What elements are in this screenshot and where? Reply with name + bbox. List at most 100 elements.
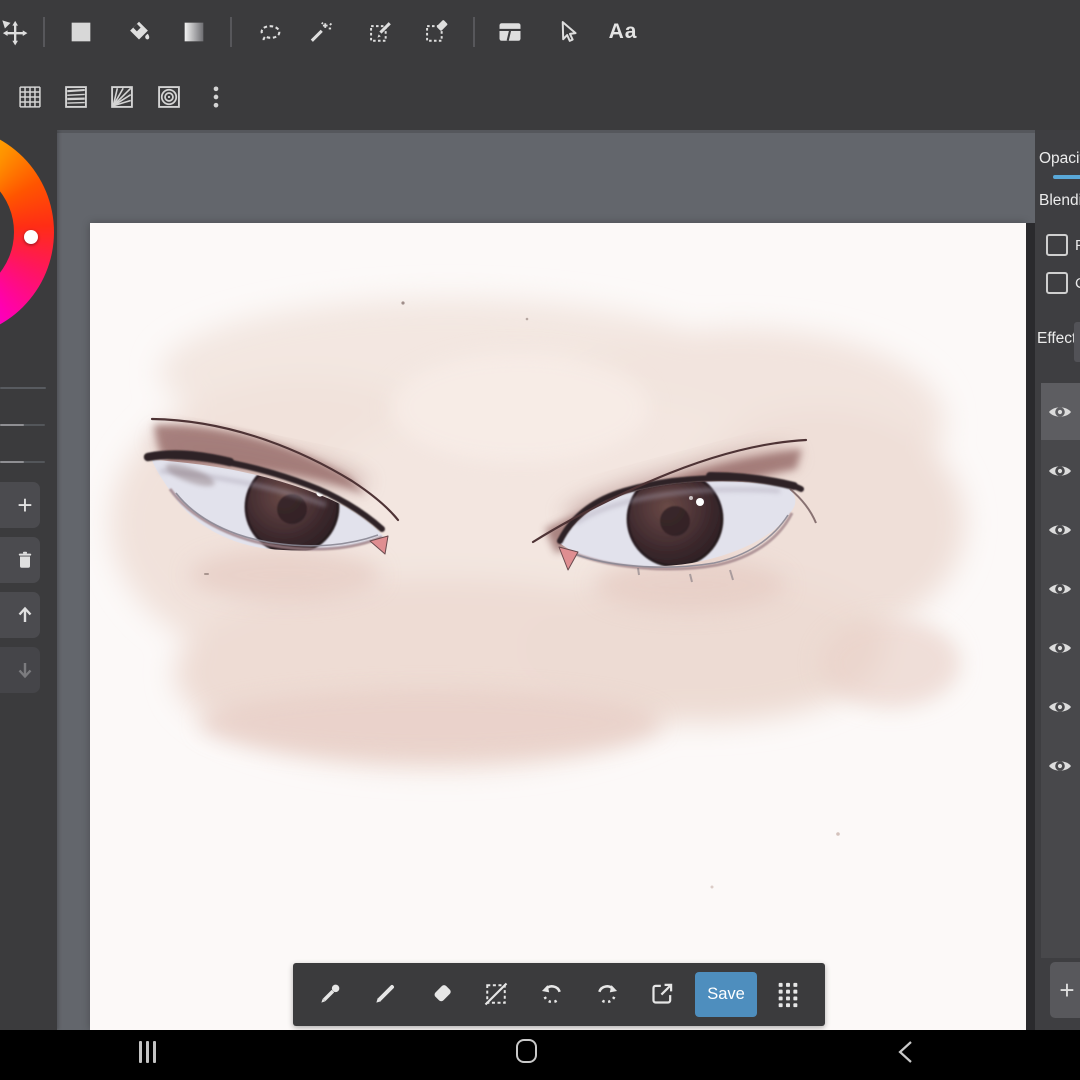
materials-overflow-menu-button[interactable]: [202, 83, 230, 111]
dot-grid-menu-icon: [778, 982, 798, 1008]
select-pen-icon: [370, 22, 391, 42]
grid-menu-button[interactable]: [774, 980, 802, 1008]
left-sidebar: +: [0, 126, 57, 1030]
toolbar-divider: [473, 17, 475, 47]
focus-lines-material-button[interactable]: [108, 83, 136, 111]
top-toolbar: Aa: [0, 0, 1080, 130]
divide-panel-tool-button[interactable]: [496, 18, 524, 46]
arrow-up-icon: [18, 606, 32, 622]
back-button[interactable]: [895, 1038, 919, 1066]
plus-icon: +: [17, 490, 33, 520]
speed-lines-icon: [65, 86, 87, 108]
tone-circle-material-button[interactable]: [155, 83, 183, 111]
paint-bucket-tool-button[interactable]: [125, 18, 153, 46]
fill-rect-tool-button[interactable]: [67, 18, 95, 46]
opacity-slider[interactable]: [1053, 175, 1080, 179]
recents-icon: [146, 1041, 149, 1063]
magic-wand-tool-button[interactable]: [306, 18, 334, 46]
recent-apps-button[interactable]: [139, 1041, 156, 1063]
move-icon: [2, 20, 28, 46]
layer-visibility-eye-icon[interactable]: [1047, 635, 1073, 661]
text-tool-button[interactable]: Aa: [601, 18, 645, 46]
select-eraser-tool-button[interactable]: [423, 18, 451, 46]
layer-row[interactable]: [1041, 678, 1080, 735]
toolbar-divider: [230, 17, 232, 47]
add-layer-button[interactable]: +: [0, 482, 40, 528]
color-wheel-hole: [0, 166, 14, 298]
grid-icon: [19, 86, 41, 108]
layer-row[interactable]: [1041, 560, 1080, 617]
cursor-icon: [561, 21, 577, 42]
layer-visibility-eye-icon[interactable]: [1047, 399, 1073, 425]
eyes-artwork: [110, 298, 965, 889]
focus-lines-icon: [111, 86, 133, 108]
effect-dropdown[interactable]: [1074, 322, 1080, 362]
concentric-circles-icon: [158, 86, 180, 108]
pen-icon: [376, 985, 394, 1003]
layer-visibility-eye-icon[interactable]: [1047, 458, 1073, 484]
gradient-tool-button[interactable]: [180, 18, 208, 46]
bottom-toolbar: Save: [293, 963, 825, 1026]
layer-visibility-eye-icon[interactable]: [1047, 694, 1073, 720]
add-layer-button-right[interactable]: +: [1050, 962, 1080, 1018]
undo-button[interactable]: [538, 980, 566, 1008]
pen-tool-button[interactable]: [371, 980, 399, 1008]
drawing-canvas[interactable]: [90, 223, 1026, 1030]
export-icon: [652, 983, 673, 1004]
delete-layer-button[interactable]: [0, 537, 40, 583]
eraser-icon: [434, 985, 451, 1002]
gradient-square-icon: [184, 22, 204, 42]
eraser-tool-button[interactable]: [427, 980, 455, 1008]
move-layer-up-button[interactable]: [0, 592, 40, 638]
opacity-label: Opacity: [1039, 150, 1080, 167]
clipping-label: Clipping: [1075, 275, 1080, 292]
arrow-down-icon: [18, 663, 32, 679]
effect-label: Effect: [1037, 330, 1077, 347]
toolbar-divider: [43, 17, 45, 47]
save-button-label: Save: [707, 985, 745, 1003]
hue-selector-handle[interactable]: [24, 230, 38, 244]
layer-visibility-eye-icon[interactable]: [1047, 576, 1073, 602]
sidebar-slider-fill: [0, 424, 24, 426]
text-tool-label: Aa: [608, 20, 638, 43]
layer-row[interactable]: [1041, 442, 1080, 499]
redo-icon: [598, 985, 618, 1004]
layer-row[interactable]: [1041, 737, 1080, 794]
trash-icon: [18, 551, 32, 568]
layer-row[interactable]: [1041, 383, 1080, 440]
speed-lines-material-button[interactable]: [62, 83, 90, 111]
layer-list: [1041, 383, 1080, 958]
export-button[interactable]: [648, 980, 676, 1008]
lasso-select-tool-button[interactable]: [256, 18, 284, 46]
deselect-button[interactable]: [482, 980, 510, 1008]
paint-bucket-icon: [130, 21, 150, 40]
sidebar-slider-fill: [0, 461, 24, 463]
home-button[interactable]: [516, 1039, 537, 1063]
back-chevron-icon: [898, 1041, 912, 1063]
grid-material-button[interactable]: [16, 83, 44, 111]
divide-panel-icon: [499, 23, 521, 41]
layer-row[interactable]: [1041, 501, 1080, 558]
layer-visibility-eye-icon[interactable]: [1047, 753, 1073, 779]
layer-properties-panel: Opacity Blending Protect Alpha Clipping …: [1035, 130, 1080, 1030]
filled-square-icon: [71, 22, 91, 42]
protect-alpha-checkbox[interactable]: [1046, 234, 1068, 256]
blending-label: Blending: [1039, 192, 1080, 209]
layer-visibility-eye-icon[interactable]: [1047, 517, 1073, 543]
eyedropper-tool-button[interactable]: [316, 980, 344, 1008]
operation-pointer-tool-button[interactable]: [552, 18, 580, 46]
eyedropper-icon: [321, 984, 340, 1003]
recents-icon: [153, 1041, 156, 1063]
redo-button[interactable]: [593, 980, 621, 1008]
select-pen-tool-button[interactable]: [367, 18, 395, 46]
canvas-panel-gap: [1026, 223, 1035, 1030]
kebab-menu-icon: [213, 86, 219, 108]
sidebar-divider: [0, 387, 46, 389]
move-layer-down-button[interactable]: [0, 647, 40, 693]
clipping-checkbox[interactable]: [1046, 272, 1068, 294]
deselect-icon: [484, 982, 508, 1006]
app-screen: + Opacity Blending Protect: [0, 0, 1080, 1080]
move-tool-button[interactable]: [0, 18, 28, 46]
save-button[interactable]: Save: [695, 972, 757, 1017]
layer-row[interactable]: [1041, 619, 1080, 676]
